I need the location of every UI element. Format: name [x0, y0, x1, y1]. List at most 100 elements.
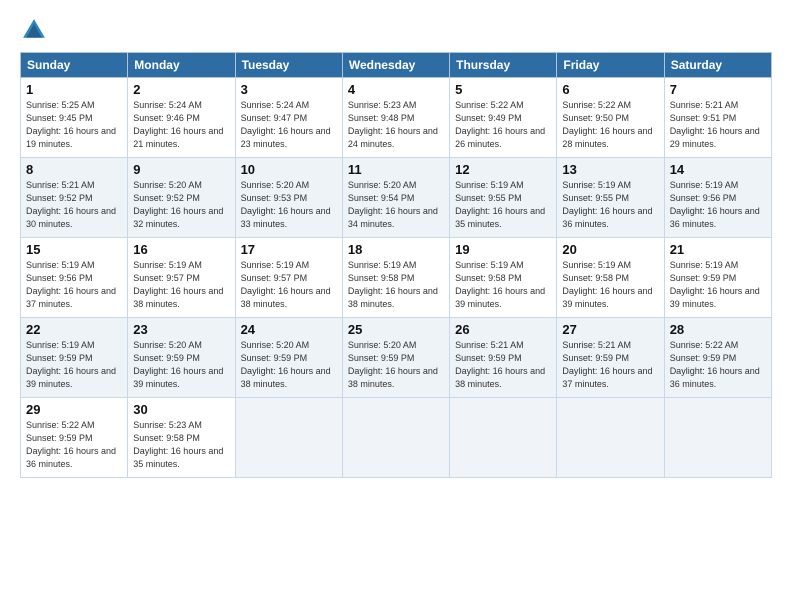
day-number: 29 — [26, 402, 122, 417]
logo-icon — [20, 16, 48, 44]
calendar-day-cell: 20 Sunrise: 5:19 AMSunset: 9:58 PMDayligh… — [557, 238, 664, 318]
day-number: 11 — [348, 162, 444, 177]
calendar-day-cell — [664, 398, 771, 478]
calendar-day-cell: 23 Sunrise: 5:20 AMSunset: 9:59 PMDayligh… — [128, 318, 235, 398]
day-number: 4 — [348, 82, 444, 97]
day-number: 12 — [455, 162, 551, 177]
day-number: 2 — [133, 82, 229, 97]
weekday-header: Sunday — [21, 53, 128, 78]
day-detail: Sunrise: 5:24 AMSunset: 9:47 PMDaylight:… — [241, 99, 337, 151]
calendar-day-cell: 29Sunrise: 5:22 AMSunset: 9:59 PMDayligh… — [21, 398, 128, 478]
day-detail: Sunrise: 5:24 AMSunset: 9:46 PMDaylight:… — [133, 99, 229, 151]
day-number: 19 — [455, 242, 551, 257]
calendar-day-cell: 18 Sunrise: 5:19 AMSunset: 9:58 PMDayligh… — [342, 238, 449, 318]
calendar-day-cell — [235, 398, 342, 478]
calendar-day-cell: 24 Sunrise: 5:20 AMSunset: 9:59 PMDayligh… — [235, 318, 342, 398]
header — [20, 16, 772, 44]
day-detail: Sunrise: 5:19 AMSunset: 9:59 PMDaylight:… — [670, 259, 766, 311]
day-detail: Sunrise: 5:19 AMSunset: 9:58 PMDaylight:… — [562, 259, 658, 311]
day-number: 22 — [26, 322, 122, 337]
day-number: 20 — [562, 242, 658, 257]
calendar-day-cell: 30Sunrise: 5:23 AMSunset: 9:58 PMDayligh… — [128, 398, 235, 478]
day-detail: Sunrise: 5:19 AMSunset: 9:57 PMDaylight:… — [133, 259, 229, 311]
weekday-header: Monday — [128, 53, 235, 78]
calendar-week-row: 29Sunrise: 5:22 AMSunset: 9:59 PMDayligh… — [21, 398, 772, 478]
day-detail: Sunrise: 5:20 AMSunset: 9:59 PMDaylight:… — [133, 339, 229, 391]
day-detail: Sunrise: 5:19 AMSunset: 9:55 PMDaylight:… — [562, 179, 658, 231]
day-number: 27 — [562, 322, 658, 337]
day-detail: Sunrise: 5:22 AMSunset: 9:59 PMDaylight:… — [670, 339, 766, 391]
day-detail: Sunrise: 5:21 AMSunset: 9:59 PMDaylight:… — [455, 339, 551, 391]
calendar-day-cell: 14 Sunrise: 5:19 AMSunset: 9:56 PMDayligh… — [664, 158, 771, 238]
calendar-day-cell: 8Sunrise: 5:21 AMSunset: 9:52 PMDaylight… — [21, 158, 128, 238]
day-number: 9 — [133, 162, 229, 177]
day-detail: Sunrise: 5:20 AMSunset: 9:53 PMDaylight:… — [241, 179, 337, 231]
day-detail: Sunrise: 5:19 AMSunset: 9:58 PMDaylight:… — [348, 259, 444, 311]
day-detail: Sunrise: 5:20 AMSunset: 9:59 PMDaylight:… — [241, 339, 337, 391]
calendar-day-cell: 6 Sunrise: 5:22 AMSunset: 9:50 PMDaylight… — [557, 78, 664, 158]
day-number: 7 — [670, 82, 766, 97]
calendar-day-cell: 12 Sunrise: 5:19 AMSunset: 9:55 PMDayligh… — [450, 158, 557, 238]
calendar-day-cell — [557, 398, 664, 478]
day-detail: Sunrise: 5:19 AMSunset: 9:56 PMDaylight:… — [26, 259, 122, 311]
day-detail: Sunrise: 5:23 AMSunset: 9:48 PMDaylight:… — [348, 99, 444, 151]
calendar-week-row: 15 Sunrise: 5:19 AMSunset: 9:56 PMDayligh… — [21, 238, 772, 318]
day-number: 6 — [562, 82, 658, 97]
day-detail: Sunrise: 5:19 AMSunset: 9:57 PMDaylight:… — [241, 259, 337, 311]
calendar-day-cell: 19 Sunrise: 5:19 AMSunset: 9:58 PMDayligh… — [450, 238, 557, 318]
calendar-day-cell: 1 Sunrise: 5:25 AMSunset: 9:45 PMDaylight… — [21, 78, 128, 158]
weekday-header: Wednesday — [342, 53, 449, 78]
calendar-day-cell: 13 Sunrise: 5:19 AMSunset: 9:55 PMDayligh… — [557, 158, 664, 238]
day-detail: Sunrise: 5:22 AMSunset: 9:50 PMDaylight:… — [562, 99, 658, 151]
day-detail: Sunrise: 5:19 AMSunset: 9:55 PMDaylight:… — [455, 179, 551, 231]
calendar-day-cell: 11 Sunrise: 5:20 AMSunset: 9:54 PMDayligh… — [342, 158, 449, 238]
calendar-week-row: 8Sunrise: 5:21 AMSunset: 9:52 PMDaylight… — [21, 158, 772, 238]
calendar-day-cell: 16 Sunrise: 5:19 AMSunset: 9:57 PMDayligh… — [128, 238, 235, 318]
day-number: 1 — [26, 82, 122, 97]
day-number: 10 — [241, 162, 337, 177]
day-number: 14 — [670, 162, 766, 177]
calendar: SundayMondayTuesdayWednesdayThursdayFrid… — [20, 52, 772, 478]
day-number: 15 — [26, 242, 122, 257]
day-number: 3 — [241, 82, 337, 97]
page: SundayMondayTuesdayWednesdayThursdayFrid… — [0, 0, 792, 612]
day-detail: Sunrise: 5:23 AMSunset: 9:58 PMDaylight:… — [133, 419, 229, 471]
calendar-week-row: 1 Sunrise: 5:25 AMSunset: 9:45 PMDaylight… — [21, 78, 772, 158]
calendar-day-cell: 27 Sunrise: 5:21 AMSunset: 9:59 PMDayligh… — [557, 318, 664, 398]
day-detail: Sunrise: 5:19 AMSunset: 9:58 PMDaylight:… — [455, 259, 551, 311]
day-number: 23 — [133, 322, 229, 337]
day-number: 28 — [670, 322, 766, 337]
day-detail: Sunrise: 5:20 AMSunset: 9:52 PMDaylight:… — [133, 179, 229, 231]
day-number: 13 — [562, 162, 658, 177]
calendar-day-cell: 10 Sunrise: 5:20 AMSunset: 9:53 PMDayligh… — [235, 158, 342, 238]
calendar-day-cell: 9 Sunrise: 5:20 AMSunset: 9:52 PMDaylight… — [128, 158, 235, 238]
day-number: 24 — [241, 322, 337, 337]
calendar-day-cell: 5Sunrise: 5:22 AMSunset: 9:49 PMDaylight… — [450, 78, 557, 158]
day-number: 17 — [241, 242, 337, 257]
day-detail: Sunrise: 5:21 AMSunset: 9:52 PMDaylight:… — [26, 179, 122, 231]
calendar-day-cell: 21 Sunrise: 5:19 AMSunset: 9:59 PMDayligh… — [664, 238, 771, 318]
day-detail: Sunrise: 5:22 AMSunset: 9:49 PMDaylight:… — [455, 99, 551, 151]
logo — [20, 16, 52, 44]
day-number: 18 — [348, 242, 444, 257]
day-detail: Sunrise: 5:21 AMSunset: 9:59 PMDaylight:… — [562, 339, 658, 391]
weekday-header: Saturday — [664, 53, 771, 78]
day-number: 25 — [348, 322, 444, 337]
calendar-day-cell: 25Sunrise: 5:20 AMSunset: 9:59 PMDayligh… — [342, 318, 449, 398]
day-number: 16 — [133, 242, 229, 257]
calendar-day-cell: 7 Sunrise: 5:21 AMSunset: 9:51 PMDaylight… — [664, 78, 771, 158]
day-number: 26 — [455, 322, 551, 337]
calendar-day-cell: 26 Sunrise: 5:21 AMSunset: 9:59 PMDayligh… — [450, 318, 557, 398]
day-number: 21 — [670, 242, 766, 257]
day-detail: Sunrise: 5:21 AMSunset: 9:51 PMDaylight:… — [670, 99, 766, 151]
calendar-day-cell: 28 Sunrise: 5:22 AMSunset: 9:59 PMDayligh… — [664, 318, 771, 398]
day-detail: Sunrise: 5:25 AMSunset: 9:45 PMDaylight:… — [26, 99, 122, 151]
calendar-day-cell — [342, 398, 449, 478]
day-detail: Sunrise: 5:19 AMSunset: 9:56 PMDaylight:… — [670, 179, 766, 231]
weekday-header: Friday — [557, 53, 664, 78]
calendar-header-row: SundayMondayTuesdayWednesdayThursdayFrid… — [21, 53, 772, 78]
calendar-day-cell: 4 Sunrise: 5:23 AMSunset: 9:48 PMDaylight… — [342, 78, 449, 158]
calendar-day-cell: 15 Sunrise: 5:19 AMSunset: 9:56 PMDayligh… — [21, 238, 128, 318]
day-detail: Sunrise: 5:20 AMSunset: 9:54 PMDaylight:… — [348, 179, 444, 231]
weekday-header: Tuesday — [235, 53, 342, 78]
